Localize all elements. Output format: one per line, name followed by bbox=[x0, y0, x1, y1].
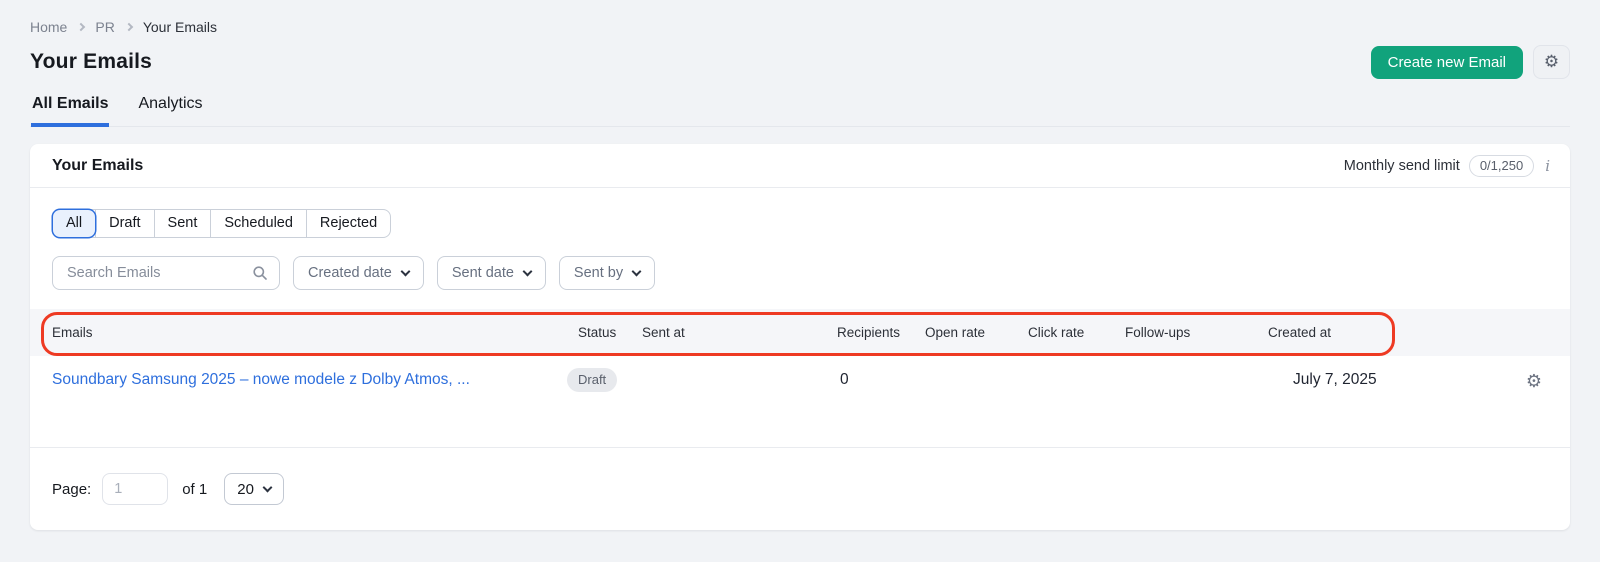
column-header-sent-at: Sent at bbox=[642, 325, 837, 340]
tab-analytics[interactable]: Analytics bbox=[137, 95, 203, 126]
emails-card: Your Emails Monthly send limit 0/1,250 i… bbox=[30, 144, 1570, 530]
card-header: Your Emails Monthly send limit 0/1,250 i bbox=[30, 144, 1570, 188]
status-badge: Draft bbox=[567, 368, 617, 392]
filter-scheduled[interactable]: Scheduled bbox=[210, 210, 306, 237]
filter-sent[interactable]: Sent bbox=[154, 210, 211, 237]
chevron-right-icon bbox=[125, 23, 133, 31]
page-title: Your Emails bbox=[30, 50, 152, 74]
page-count-text: of 1 bbox=[182, 481, 207, 498]
page: Home PR Your Emails Your Emails Create n… bbox=[0, 0, 1600, 562]
column-header-recipients: Recipients bbox=[837, 325, 925, 340]
email-title-link[interactable]: Soundbary Samsung 2025 – nowe modele z D… bbox=[52, 371, 578, 389]
column-header-created-at: Created at bbox=[1268, 325, 1570, 340]
search-box bbox=[52, 256, 280, 290]
monthly-send-limit-label: Monthly send limit bbox=[1344, 158, 1460, 174]
breadcrumb-current: Your Emails bbox=[143, 19, 217, 35]
column-header-follow-ups: Follow-ups bbox=[1125, 325, 1268, 340]
page-size-value: 20 bbox=[237, 481, 254, 498]
filter-draft[interactable]: Draft bbox=[95, 210, 153, 237]
sent-date-dropdown[interactable]: Sent date bbox=[437, 256, 546, 290]
filter-all[interactable]: All bbox=[53, 210, 95, 237]
monthly-send-limit-value: 0/1,250 bbox=[1469, 155, 1534, 177]
search-icon bbox=[252, 265, 268, 281]
card-title: Your Emails bbox=[52, 157, 143, 175]
page-number-input[interactable] bbox=[102, 473, 168, 505]
created-date-dropdown[interactable]: Created date bbox=[293, 256, 424, 290]
column-header-click-rate: Click rate bbox=[1028, 325, 1125, 340]
sent-by-dropdown[interactable]: Sent by bbox=[559, 256, 655, 290]
chevron-down-icon bbox=[262, 482, 272, 492]
page-label: Page: bbox=[52, 481, 91, 498]
search-input[interactable] bbox=[65, 264, 252, 282]
top-section: Home PR Your Emails Your Emails Create n… bbox=[0, 0, 1600, 127]
title-row: Your Emails Create new Email ⚙ bbox=[30, 45, 1570, 79]
created-date-dropdown-label: Created date bbox=[308, 265, 392, 281]
cell-recipients: 0 bbox=[837, 371, 925, 389]
table-row: Soundbary Samsung 2025 – nowe modele z D… bbox=[30, 356, 1570, 432]
create-new-email-button[interactable]: Create new Email bbox=[1371, 46, 1523, 79]
cell-created-at: July 7, 2025 bbox=[1268, 371, 1570, 389]
monthly-send-limit: Monthly send limit 0/1,250 i bbox=[1344, 155, 1552, 177]
chevron-down-icon bbox=[400, 266, 410, 276]
gear-icon: ⚙ bbox=[1544, 52, 1559, 72]
breadcrumb: Home PR Your Emails bbox=[30, 19, 1570, 35]
sent-by-dropdown-label: Sent by bbox=[574, 265, 623, 281]
info-icon[interactable]: i bbox=[1543, 157, 1552, 175]
chevron-down-icon bbox=[522, 266, 532, 276]
table-header: Emails Status Sent at Recipients Open ra… bbox=[30, 309, 1570, 356]
column-header-open-rate: Open rate bbox=[925, 325, 1028, 340]
tab-all-emails[interactable]: All Emails bbox=[31, 95, 109, 126]
tab-bar: All Emails Analytics bbox=[30, 95, 1570, 127]
chevron-down-icon bbox=[632, 266, 642, 276]
breadcrumb-pr[interactable]: PR bbox=[95, 19, 114, 35]
sent-date-dropdown-label: Sent date bbox=[452, 265, 514, 281]
settings-button[interactable]: ⚙ bbox=[1533, 45, 1570, 79]
header-actions: Create new Email ⚙ bbox=[1371, 45, 1570, 79]
breadcrumb-home[interactable]: Home bbox=[30, 19, 67, 35]
column-header-status: Status bbox=[578, 325, 642, 340]
column-header-emails: Emails bbox=[52, 325, 578, 340]
chevron-right-icon bbox=[77, 23, 85, 31]
filter-rejected[interactable]: Rejected bbox=[306, 210, 390, 237]
filter-row: Created date Sent date Sent by bbox=[52, 256, 1570, 290]
pagination: Page: of 1 20 bbox=[30, 447, 1570, 530]
row-gear-icon[interactable]: ⚙ bbox=[1526, 372, 1542, 390]
page-size-select[interactable]: 20 bbox=[224, 473, 284, 505]
status-filter-group: All Draft Sent Scheduled Rejected bbox=[52, 209, 391, 238]
